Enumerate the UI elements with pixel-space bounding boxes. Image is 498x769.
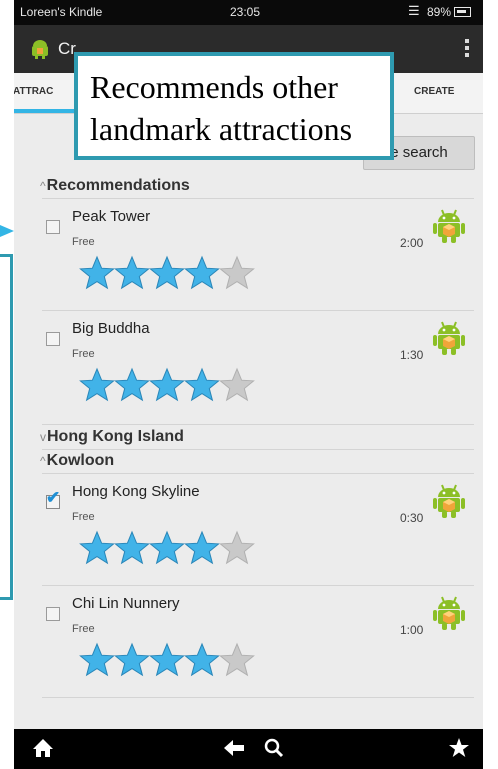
item-price: Free [72, 348, 95, 360]
item-price: Free [72, 623, 95, 635]
home-icon[interactable] [31, 737, 55, 759]
star-filled-icon[interactable] [149, 367, 185, 403]
star-filled-icon[interactable] [79, 367, 115, 403]
android-package-icon [433, 321, 465, 355]
divider [42, 585, 474, 586]
annotation-line-1: Recommends other [90, 69, 338, 105]
star-filled-icon[interactable] [149, 642, 185, 678]
android-icon [32, 40, 48, 59]
section-recommendations[interactable]: ^Recommendations [40, 177, 190, 195]
star-filled-icon[interactable] [184, 255, 220, 291]
item-price: Free [72, 236, 95, 248]
star-filled-icon[interactable] [184, 642, 220, 678]
star-filled-icon[interactable] [184, 367, 220, 403]
section-label: Kowloon [46, 452, 115, 469]
item-checkbox[interactable]: ✔ [46, 489, 60, 509]
search-icon[interactable] [263, 737, 285, 759]
list-item[interactable]: Chi Lin Nunnery Free 1:00 [14, 587, 483, 699]
item-duration: 1:00 [400, 623, 424, 637]
list-item[interactable]: ✔ Hong Kong Skyline Free 0:30 [14, 475, 483, 587]
item-title: Peak Tower [72, 208, 151, 225]
divider [42, 473, 474, 474]
annotation-arrow-icon [0, 225, 14, 237]
star-empty-icon[interactable] [219, 530, 255, 566]
section-label: Recommendations [46, 177, 190, 194]
item-checkbox[interactable] [46, 332, 60, 346]
status-bar: Loreen's Kindle 23:05 ☰ 89% [14, 0, 483, 25]
rating-stars[interactable] [79, 367, 255, 408]
star-filled-icon[interactable] [79, 530, 115, 566]
wifi-icon: ☰ [408, 3, 420, 18]
section-kowloon[interactable]: ^Kowloon [40, 452, 114, 470]
device-name: Loreen's Kindle [20, 5, 103, 19]
list-item[interactable]: Peak Tower Free 2:00 [14, 200, 483, 312]
rating-stars[interactable] [79, 255, 255, 296]
star-filled-icon[interactable] [79, 255, 115, 291]
section-label: Hong Kong Island [47, 428, 184, 445]
item-duration: 0:30 [400, 511, 424, 525]
annotation-callout: Recommends other landmark attractions [74, 52, 394, 160]
item-price: Free [72, 511, 95, 523]
section-hong-kong-island[interactable]: vHong Kong Island [40, 428, 184, 446]
list-item[interactable]: Big Buddha Free 1:30 [14, 312, 483, 424]
divider [42, 310, 474, 311]
star-empty-icon[interactable] [219, 367, 255, 403]
item-title: Big Buddha [72, 320, 150, 337]
android-package-icon [433, 596, 465, 630]
item-checkbox[interactable] [46, 220, 60, 234]
item-duration: 1:30 [400, 348, 424, 362]
checkmark-icon: ✔ [46, 488, 61, 507]
star-filled-icon[interactable] [149, 530, 185, 566]
star-empty-icon[interactable] [219, 255, 255, 291]
annotation-bracket [0, 254, 13, 600]
overflow-menu-icon[interactable] [465, 39, 469, 57]
android-package-icon [433, 484, 465, 518]
divider [42, 424, 474, 425]
divider [42, 697, 474, 698]
star-filled-icon[interactable] [184, 530, 220, 566]
rating-stars[interactable] [79, 642, 255, 683]
tab-create[interactable]: CREATE [414, 86, 454, 97]
star-filled-icon[interactable] [114, 367, 150, 403]
favorites-star-icon[interactable] [448, 737, 470, 759]
clock: 23:05 [230, 5, 261, 19]
star-filled-icon[interactable] [114, 530, 150, 566]
back-icon[interactable] [222, 737, 246, 759]
star-filled-icon[interactable] [149, 255, 185, 291]
star-filled-icon[interactable] [114, 642, 150, 678]
annotation-line-2: landmark attractions [90, 111, 353, 147]
item-checkbox[interactable] [46, 607, 60, 621]
item-duration: 2:00 [400, 236, 424, 250]
star-filled-icon[interactable] [79, 642, 115, 678]
item-title: Hong Kong Skyline [72, 483, 200, 500]
divider [42, 449, 474, 450]
navigation-bar [14, 729, 483, 769]
item-title: Chi Lin Nunnery [72, 595, 180, 612]
tab-attractions[interactable]: ATTRAC [14, 86, 53, 97]
star-empty-icon[interactable] [219, 642, 255, 678]
battery-level: 89% [427, 5, 452, 19]
star-filled-icon[interactable] [114, 255, 150, 291]
rating-stars[interactable] [79, 530, 255, 571]
divider [42, 198, 474, 199]
battery-icon [454, 7, 471, 17]
android-package-icon [433, 209, 465, 243]
